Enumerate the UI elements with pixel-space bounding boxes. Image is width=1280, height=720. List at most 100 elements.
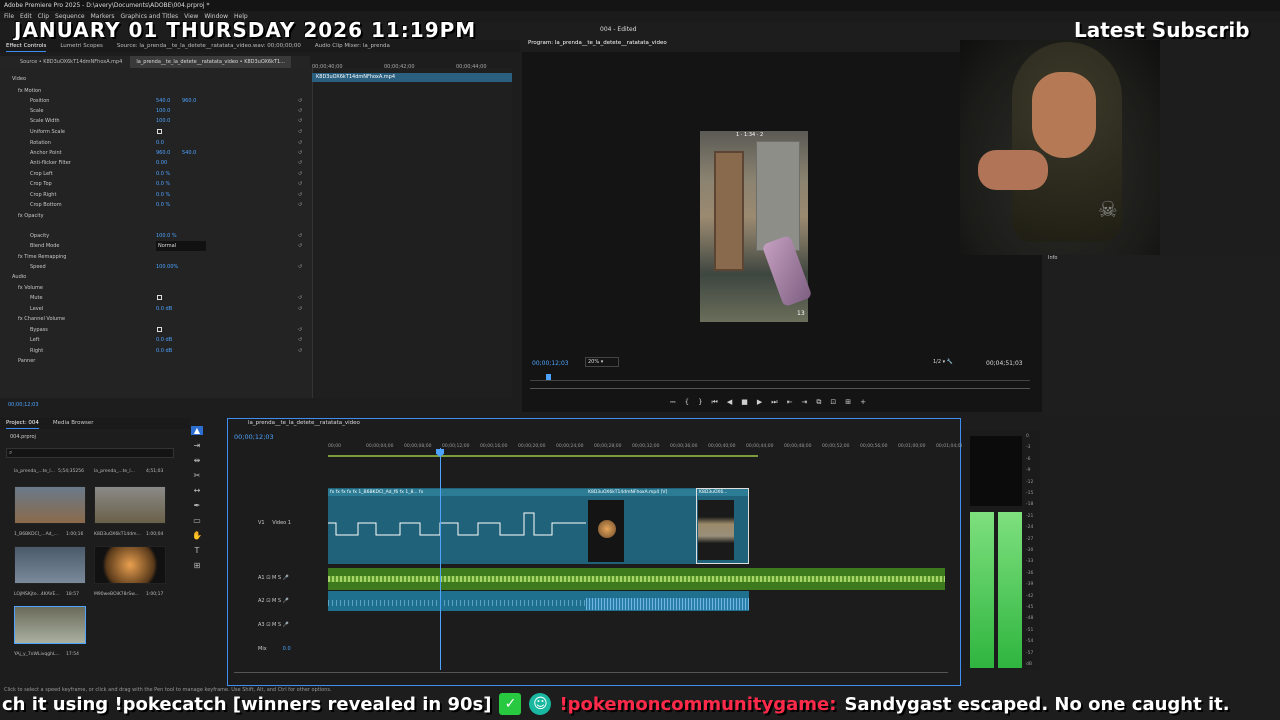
reset-icon[interactable]: ↺ [298, 169, 302, 179]
effect-controls-time[interactable]: 00;00;12;03 [8, 402, 39, 408]
project-item-thumbnail[interactable] [14, 606, 86, 644]
mute-solo-icons[interactable]: ⊡ M S 🎤 [266, 598, 289, 604]
reset-icon[interactable]: ↺ [298, 200, 302, 210]
hand-tool-icon[interactable]: ✋ [192, 531, 202, 540]
zoom-tool-icon[interactable]: ⊞ [194, 561, 201, 570]
effect-row[interactable]: Blend Mode Normal ↺ [0, 241, 312, 251]
effect-row[interactable]: Bypass ↺ [0, 325, 312, 335]
effect-row[interactable]: Right 0.0 dB ↺ [0, 346, 312, 356]
effect-row[interactable]: Video [0, 74, 312, 84]
transport-button[interactable]: ⇥ [801, 398, 807, 407]
transport-button[interactable]: ⏭ [771, 398, 777, 407]
transport-button[interactable]: ⏮ [712, 398, 718, 407]
panel-tab[interactable]: Lumetri Scopes [60, 40, 103, 52]
effect-row[interactable]: Mute ↺ [0, 293, 312, 303]
effect-row[interactable]: Audio [0, 272, 312, 282]
razor-icon[interactable]: ✂ [194, 471, 201, 480]
effect-value[interactable]: 0.0 % [156, 200, 170, 210]
checkbox[interactable] [157, 129, 162, 134]
reset-icon[interactable]: ↺ [298, 241, 302, 251]
source-master-label[interactable]: Source • K8D3uOX6kT14dmNFhoxA.mp4 [20, 56, 122, 68]
program-resolution-select[interactable]: 1/2 ▾ 🔧 [933, 357, 963, 367]
effect-row[interactable]: Anchor Point 960.0 540.0 ↺ [0, 148, 312, 158]
effect-row[interactable]: Scale Width 100.0 ↺ [0, 116, 312, 126]
effect-value[interactable]: 100.00% [156, 262, 178, 272]
effect-row[interactable]: Level 0.0 dB ↺ [0, 304, 312, 314]
reset-icon[interactable]: ↺ [298, 148, 302, 158]
transport-button[interactable]: ■ [741, 398, 748, 407]
effect-value[interactable]: 960.0 [182, 96, 196, 106]
effect-value[interactable]: 960.0 [156, 148, 170, 158]
reset-icon[interactable]: ↺ [298, 231, 302, 241]
effect-row[interactable]: Crop Top 0.0 % ↺ [0, 179, 312, 189]
ripple-edit-icon[interactable]: ⇹ [194, 456, 201, 465]
panel-tab[interactable]: Source: la_prenda__te_la_detete__ratatat… [117, 40, 301, 52]
reset-icon[interactable]: ↺ [298, 335, 302, 345]
menu-item[interactable]: File [4, 11, 14, 22]
timeline-current-time[interactable]: 00;00;12;03 [234, 433, 274, 441]
project-item-label[interactable]: YAj_y_7oWLivqghL... [14, 652, 60, 657]
effect-value[interactable]: 0.0 dB [156, 335, 172, 345]
program-time-ruler[interactable] [530, 373, 1030, 381]
reset-icon[interactable]: ↺ [298, 190, 302, 200]
reset-icon[interactable]: ↺ [298, 346, 302, 356]
mute-solo-icons[interactable]: ⊡ M S 🎤 [266, 622, 289, 628]
effect-value[interactable]: 540.0 [156, 96, 170, 106]
project-item-thumbnail[interactable] [94, 486, 166, 524]
effect-value[interactable]: 0.0 dB [156, 346, 172, 356]
transport-button[interactable]: ◀ [727, 398, 732, 407]
panel-tab[interactable]: Effect Controls [6, 40, 47, 52]
reset-icon[interactable]: ↺ [298, 158, 302, 168]
effect-value[interactable]: 0.0 [156, 138, 164, 148]
reset-icon[interactable]: ↺ [298, 96, 302, 106]
effect-row[interactable]: Left 0.0 dB ↺ [0, 335, 312, 345]
checkbox[interactable] [157, 327, 162, 332]
mute-solo-icons[interactable]: ⊡ M S 🎤 [266, 575, 289, 581]
reset-icon[interactable]: ↺ [298, 138, 302, 148]
timeline-scrollbar[interactable] [234, 672, 948, 677]
effect-row[interactable]: Speed 100.00% ↺ [0, 262, 312, 272]
transport-button[interactable]: + [860, 398, 866, 407]
mix-level[interactable]: 0.0 [283, 646, 291, 652]
slip-tool-icon[interactable]: ↔ [194, 486, 201, 495]
effect-row[interactable]: fx Volume [0, 283, 312, 293]
effect-value[interactable]: 0.0 % [156, 179, 170, 189]
effect-value[interactable]: 100.0 % [156, 231, 177, 241]
timeline-sequence-tab[interactable]: la_prenda__te_la_detete__ratatata_video [248, 420, 360, 426]
effect-row[interactable]: Rotation 0.0 ↺ [0, 138, 312, 148]
program-playhead[interactable] [546, 374, 551, 380]
project-item-label[interactable]: 1_B6BKDCI_...Ad_... [14, 532, 58, 537]
effect-value[interactable]: 0.0 % [156, 190, 170, 200]
program-current-time[interactable]: 00;00;12;03 [532, 360, 569, 367]
timeline-work-area[interactable] [328, 455, 758, 457]
project-item-label[interactable]: LOjMSKjte...4KAVE... [14, 592, 60, 597]
effect-value[interactable]: 0.0 % [156, 169, 170, 179]
effect-value[interactable]: 100.0 [156, 116, 170, 126]
track-header-v1[interactable]: V1 Video 1 [232, 520, 326, 526]
reset-icon[interactable]: ↺ [298, 106, 302, 116]
effect-value[interactable]: 100.0 [156, 106, 170, 116]
rectangle-tool-icon[interactable]: ▭ [193, 516, 201, 525]
effect-row[interactable]: Uniform Scale ↺ [0, 127, 312, 137]
transport-button[interactable]: ▶ [757, 398, 762, 407]
transport-button[interactable]: ⊡ [830, 398, 836, 407]
effect-row[interactable]: Panner [0, 356, 312, 366]
timeline-playhead-line[interactable] [440, 448, 441, 670]
project-item-thumbnail[interactable] [94, 546, 166, 584]
transport-button[interactable]: ⊞ [845, 398, 851, 407]
project-item-label[interactable]: K8D3uOX6kT14dm... [94, 532, 141, 537]
track-select-icon[interactable]: ⇥ [194, 441, 201, 450]
reset-icon[interactable]: ↺ [298, 116, 302, 126]
reset-icon[interactable]: ↺ [298, 179, 302, 189]
effect-row[interactable]: Opacity 100.0 % ↺ [0, 231, 312, 241]
effect-row[interactable]: Scale 100.0 ↺ [0, 106, 312, 116]
reset-icon[interactable]: ↺ [298, 304, 302, 314]
reset-icon[interactable]: ↺ [298, 127, 302, 137]
track-header-a2[interactable]: A2 ⊡ M S 🎤 [232, 598, 326, 604]
effect-controls-timeline[interactable] [312, 68, 512, 398]
selection-tool-icon[interactable]: ▲ [191, 426, 203, 435]
transport-button[interactable]: ⧉ [816, 398, 821, 407]
effect-value[interactable]: Normal [156, 241, 207, 251]
transport-button[interactable]: { [685, 398, 689, 407]
transport-button[interactable]: ⎓ [670, 398, 676, 407]
